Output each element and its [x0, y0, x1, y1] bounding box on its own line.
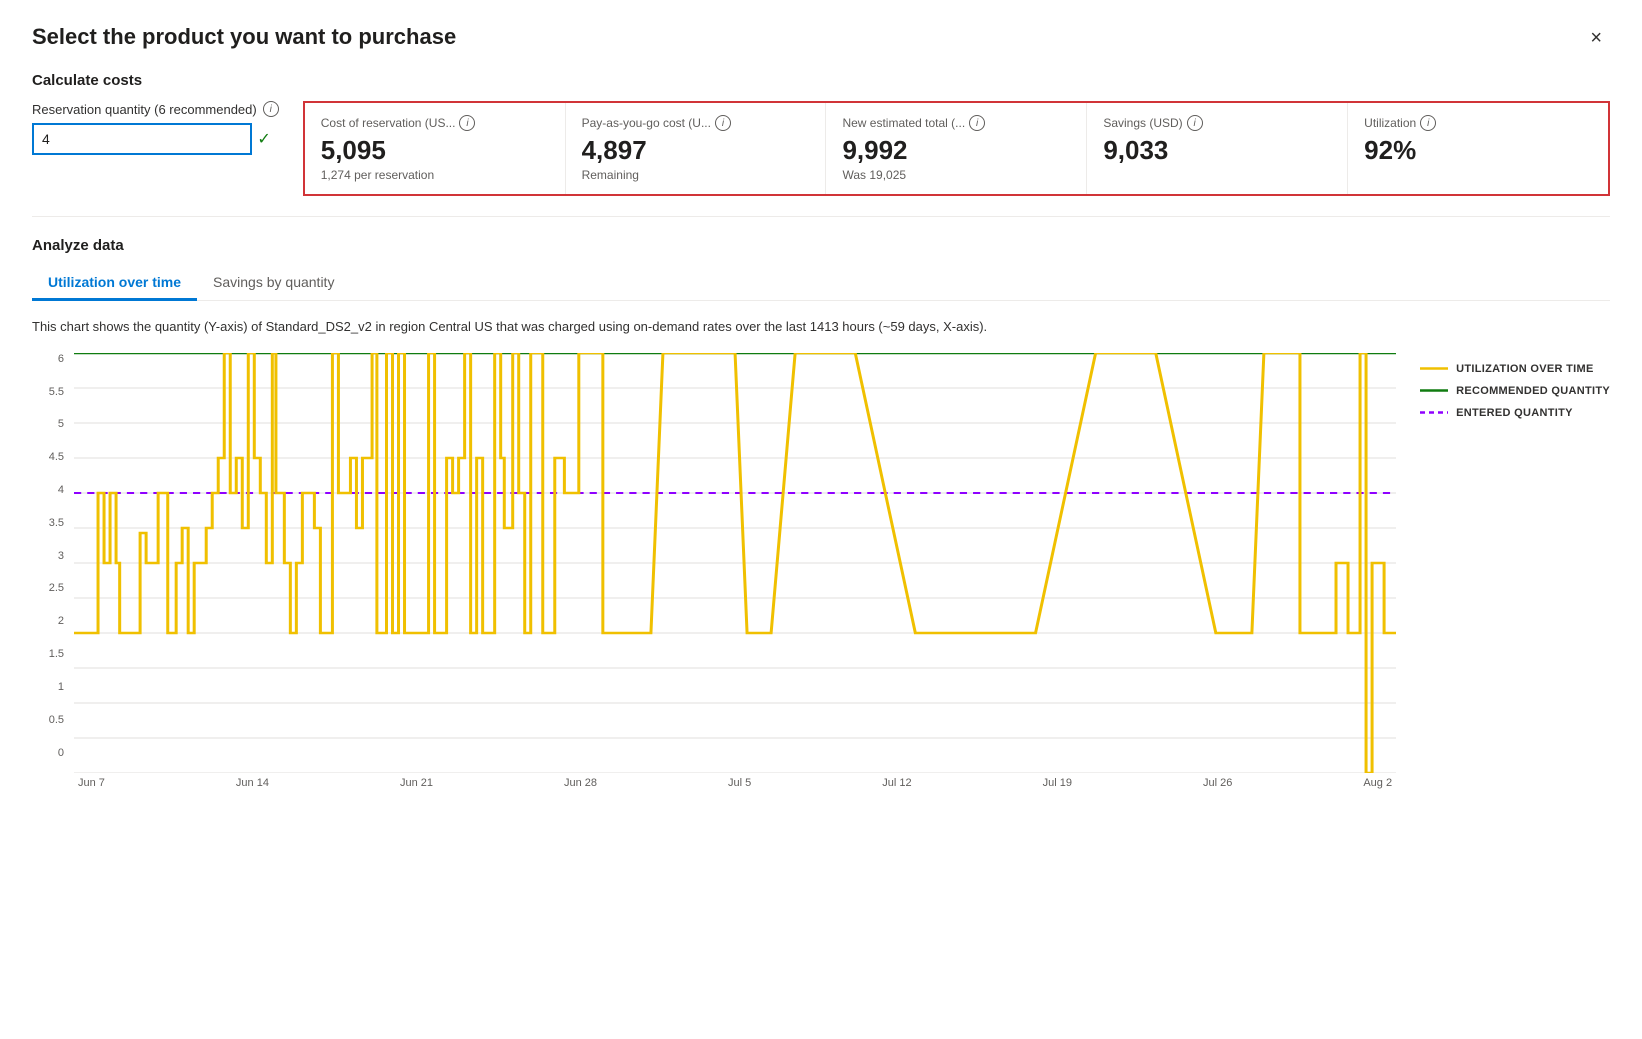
y-label: 5.5 — [32, 386, 68, 398]
metric-value-4: 92% — [1364, 135, 1592, 166]
y-label: 6 — [32, 353, 68, 365]
legend-label-1: RECOMMENDED QUANTITY — [1456, 385, 1610, 397]
legend-label-0: UTILIZATION OVER TIME — [1456, 363, 1593, 375]
chart-container: 0 0.5 1 1.5 2 2.5 3 3.5 4 4.5 5 5.5 6 — [32, 353, 1610, 789]
quantity-input-wrapper: ✓ — [32, 123, 279, 155]
x-label: Aug 2 — [1363, 777, 1392, 789]
y-label: 1 — [32, 681, 68, 693]
calculate-section: Calculate costs Reservation quantity (6 … — [32, 72, 1610, 196]
tab-savings[interactable]: Savings by quantity — [197, 266, 350, 301]
analyze-section-label: Analyze data — [32, 237, 1610, 254]
chart-svg — [74, 353, 1396, 773]
y-label: 3 — [32, 550, 68, 562]
metric-sub-1: Remaining — [582, 168, 810, 182]
x-label: Jul 19 — [1043, 777, 1072, 789]
check-icon: ✓ — [257, 129, 270, 149]
metric-title-0: Cost of reservation (US... i — [321, 115, 549, 131]
section-divider — [32, 216, 1610, 217]
x-label: Jul 5 — [728, 777, 751, 789]
x-label: Jun 14 — [236, 777, 269, 789]
legend-line-1 — [1420, 389, 1448, 392]
calculate-section-label: Calculate costs — [32, 72, 1610, 89]
x-label: Jun 28 — [564, 777, 597, 789]
tab-utilization[interactable]: Utilization over time — [32, 266, 197, 301]
y-label: 1.5 — [32, 648, 68, 660]
x-label: Jul 26 — [1203, 777, 1232, 789]
legend-line-2 — [1420, 411, 1448, 414]
legend-item-1: RECOMMENDED QUANTITY — [1420, 385, 1610, 397]
close-button[interactable]: × — [1582, 24, 1610, 52]
metric-item-0: Cost of reservation (US... i 5,095 1,274… — [305, 103, 566, 194]
tabs-container: Utilization over timeSavings by quantity — [32, 266, 1610, 301]
metric-value-3: 9,033 — [1103, 135, 1331, 166]
metric-info-icon-4[interactable]: i — [1420, 115, 1436, 131]
analyze-section: Analyze data Utilization over timeSaving… — [32, 237, 1610, 789]
metric-title-4: Utilization i — [1364, 115, 1592, 131]
y-label: 4 — [32, 484, 68, 496]
dialog-title: Select the product you want to purchase — [32, 24, 456, 50]
input-group: Reservation quantity (6 recommended) i ✓ — [32, 101, 279, 155]
dialog-header: Select the product you want to purchase … — [32, 24, 1610, 52]
metric-info-icon-0[interactable]: i — [459, 115, 475, 131]
legend-item-0: UTILIZATION OVER TIME — [1420, 363, 1610, 375]
y-label: 3.5 — [32, 517, 68, 529]
quantity-info-icon[interactable]: i — [263, 101, 279, 117]
metric-sub-0: 1,274 per reservation — [321, 168, 549, 182]
legend-label-2: ENTERED QUANTITY — [1456, 407, 1573, 419]
chart-legend: UTILIZATION OVER TIME RECOMMENDED QUANTIT… — [1420, 353, 1610, 419]
chart-area: 0 0.5 1 1.5 2 2.5 3 3.5 4 4.5 5 5.5 6 — [32, 353, 1396, 789]
chart-inner — [74, 353, 1396, 773]
metric-value-1: 4,897 — [582, 135, 810, 166]
y-axis: 0 0.5 1 1.5 2 2.5 3 3.5 4 4.5 5 5.5 6 — [32, 353, 68, 759]
metric-title-2: New estimated total (... i — [842, 115, 1070, 131]
chart-description: This chart shows the quantity (Y-axis) o… — [32, 317, 1610, 337]
legend-line-0 — [1420, 367, 1448, 370]
y-label: 2.5 — [32, 582, 68, 594]
y-label: 0.5 — [32, 714, 68, 726]
metric-info-icon-1[interactable]: i — [715, 115, 731, 131]
metrics-panel: Cost of reservation (US... i 5,095 1,274… — [303, 101, 1610, 196]
x-label: Jul 12 — [882, 777, 911, 789]
metric-title-1: Pay-as-you-go cost (U... i — [582, 115, 810, 131]
metric-value-2: 9,992 — [842, 135, 1070, 166]
metric-info-icon-2[interactable]: i — [969, 115, 985, 131]
metric-title-3: Savings (USD) i — [1103, 115, 1331, 131]
quantity-label: Reservation quantity (6 recommended) i — [32, 101, 279, 117]
x-label: Jun 21 — [400, 777, 433, 789]
legend-item-2: ENTERED QUANTITY — [1420, 407, 1610, 419]
metric-item-4: Utilization i 92% — [1348, 103, 1608, 194]
metric-item-1: Pay-as-you-go cost (U... i 4,897 Remaini… — [566, 103, 827, 194]
y-label: 0 — [32, 747, 68, 759]
y-label: 2 — [32, 615, 68, 627]
metric-value-0: 5,095 — [321, 135, 549, 166]
metric-item-3: Savings (USD) i 9,033 — [1087, 103, 1348, 194]
metric-sub-2: Was 19,025 — [842, 168, 1070, 182]
x-axis: Jun 7 Jun 14 Jun 21 Jun 28 Jul 5 Jul 12 Jul 19… — [74, 777, 1396, 789]
x-label: Jun 7 — [78, 777, 105, 789]
metric-item-2: New estimated total (... i 9,992 Was 19,… — [826, 103, 1087, 194]
y-label: 5 — [32, 418, 68, 430]
quantity-input[interactable] — [32, 123, 252, 155]
metric-info-icon-3[interactable]: i — [1187, 115, 1203, 131]
form-row: Reservation quantity (6 recommended) i ✓… — [32, 101, 1610, 196]
y-label: 4.5 — [32, 451, 68, 463]
